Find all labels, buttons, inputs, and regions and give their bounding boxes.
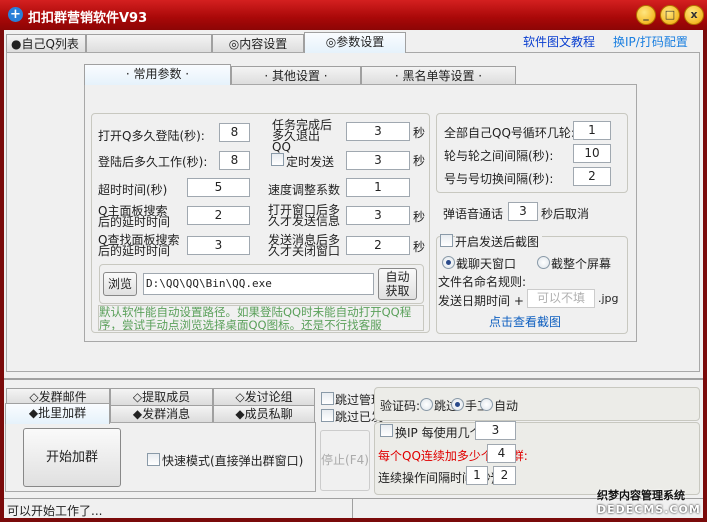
quick-mode-label: 快速模式(直接弹出群窗口) — [162, 454, 304, 468]
account-interval-input[interactable]: 2 — [573, 167, 611, 186]
main-search-delay-input[interactable]: 2 — [187, 206, 250, 225]
ip-config-link[interactable]: 换IP/打码配置 — [613, 33, 688, 50]
captcha-auto-radio[interactable] — [480, 398, 493, 411]
captcha-label: 验证码: — [380, 399, 421, 413]
section-divider — [4, 378, 703, 380]
voice-call-input[interactable]: 3 — [508, 202, 538, 221]
tab-blacklist-settings[interactable]: · 黑名单等设置 · — [361, 66, 516, 85]
watermark-line1: 织梦内容管理系统 — [597, 489, 685, 502]
auto-detect-button[interactable]: 自动获取 — [378, 268, 417, 300]
groups-per-qq-input[interactable]: 4 — [487, 444, 516, 463]
tab-blank[interactable] — [86, 34, 212, 53]
close-window-delay-input[interactable]: 2 — [346, 236, 410, 255]
interval-min-input[interactable]: 1 — [466, 466, 488, 485]
capture-chat-label: 截聊天窗口 — [456, 257, 517, 271]
speed-factor-input[interactable]: 1 — [346, 178, 410, 197]
tab-own-q-list[interactable]: ●自己Q列表 — [6, 34, 86, 53]
captcha-auto-label: 自动 — [494, 399, 519, 413]
tab-extract-members[interactable]: ◇提取成员 — [110, 388, 213, 405]
close-button[interactable]: x — [684, 5, 704, 25]
skip-admin-checkbox[interactable] — [321, 392, 334, 405]
status-text: 可以开始工作了... — [7, 504, 103, 518]
window-send-delay-label: 打开窗口后多久才发送信息 — [268, 203, 341, 228]
close-window-delay-label: 发送消息后多久才关闭窗口 — [268, 233, 341, 258]
open-q-login-input[interactable]: 8 — [219, 123, 250, 142]
minimize-button[interactable]: _ — [636, 5, 656, 25]
voice-call-suffix: 秒后取消 — [541, 207, 590, 221]
quit-delay-input[interactable]: 3 — [346, 122, 410, 141]
loop-count-input[interactable]: 1 — [573, 121, 611, 140]
window-title: 扣扣群营销软件V93 — [28, 11, 148, 26]
find-search-delay-label: Q查找面板搜索后的延时时间 — [98, 233, 180, 258]
file-name-rule-label: 文件名命名规则: — [438, 275, 527, 289]
send-datetime-label: 发送日期时间 + — [438, 294, 524, 308]
title-bar: + 扣扣群营销软件V93 _ □ x — [0, 0, 707, 30]
close-window-delay-unit: 秒 — [413, 240, 426, 254]
round-interval-input[interactable]: 10 — [573, 144, 611, 163]
path-help-note: 默认软件能自动设置路径。如果登陆QQ时未能自动打开QQ程序，尝试手动点浏览选择桌… — [98, 305, 424, 331]
main-search-delay-label: Q主面板搜索后的延时时间 — [98, 204, 171, 229]
tab-common-params[interactable]: · 常用参数 · — [84, 64, 231, 85]
change-ip-checkbox[interactable] — [380, 424, 393, 437]
tab-other-settings[interactable]: · 其他设置 · — [231, 66, 361, 85]
app-plus-icon: + — [8, 7, 23, 22]
capture-chat-radio[interactable] — [442, 256, 455, 269]
window-send-delay-unit: 秒 — [413, 210, 426, 224]
watermark-line2: DEDECMS.COM — [597, 503, 701, 516]
find-search-delay-input[interactable]: 3 — [187, 236, 250, 255]
capture-screen-radio[interactable] — [537, 256, 550, 269]
file-ext-label: .jpg — [598, 292, 619, 305]
speed-factor-label: 速度调整系数 — [268, 183, 341, 197]
captcha-skip-radio[interactable] — [420, 398, 433, 411]
account-interval-label: 号与号切换间隔(秒): — [444, 172, 554, 186]
timeout-label: 超时时间(秒) — [98, 183, 168, 197]
view-screenshots-link[interactable]: 点击查看截图 — [489, 313, 561, 330]
quit-delay-label: 任务完成后多久退出QQ — [272, 118, 333, 154]
maximize-button[interactable]: □ — [660, 5, 680, 25]
qq-path-input[interactable]: D:\QQ\QQ\Bin\QQ.exe — [143, 273, 374, 295]
browse-button[interactable]: 浏览 — [103, 272, 137, 296]
timeout-input[interactable]: 5 — [187, 178, 250, 197]
round-interval-label: 轮与轮之间间隔(秒): — [444, 149, 554, 163]
tab-member-private-chat[interactable]: ◆成员私聊 — [213, 405, 315, 422]
tutorial-link[interactable]: 软件图文教程 — [523, 33, 595, 50]
start-join-button[interactable]: 开始加群 — [23, 428, 121, 487]
timed-send-unit: 秒 — [413, 154, 426, 168]
voice-call-label: 弹语音通话 — [443, 207, 504, 221]
tab-param-settings[interactable]: ◎参数设置 — [304, 32, 406, 53]
timed-send-input[interactable]: 3 — [346, 151, 410, 170]
change-ip-input[interactable]: 3 — [475, 421, 516, 440]
quick-mode-checkbox[interactable] — [147, 453, 160, 466]
capture-screen-label: 截整个屏幕 — [551, 257, 612, 271]
work-delay-input[interactable]: 8 — [219, 151, 250, 170]
timed-send-checkbox[interactable] — [271, 153, 284, 166]
tab-group-message[interactable]: ◆发群消息 — [110, 405, 213, 422]
file-name-input[interactable]: 可以不填 — [527, 289, 595, 308]
window-send-delay-input[interactable]: 3 — [346, 206, 410, 225]
captcha-manual-radio[interactable] — [451, 398, 464, 411]
timed-send-label: 定时发送 — [286, 155, 335, 169]
tab-discussion-group[interactable]: ◇发讨论组 — [213, 388, 315, 405]
tab-content-settings[interactable]: ◎内容设置 — [212, 34, 304, 53]
stop-button[interactable]: 停止(F4) — [320, 430, 370, 491]
quit-delay-unit: 秒 — [413, 126, 426, 140]
status-divider — [352, 499, 353, 518]
screenshot-enable-checkbox[interactable] — [440, 234, 453, 247]
interval-max-input[interactable]: 2 — [493, 466, 516, 485]
work-delay-label: 登陆后多久工作(秒): — [98, 155, 208, 169]
loop-count-label: 全部自己QQ号循环几轮: — [444, 126, 575, 140]
skip-sent-checkbox[interactable] — [321, 409, 334, 422]
open-q-login-label: 打开Q多久登陆(秒): — [98, 129, 205, 143]
tab-batch-join[interactable]: ◆批里加群 — [5, 403, 110, 424]
screenshot-enable-label: 开启发送后截图 — [455, 233, 543, 250]
